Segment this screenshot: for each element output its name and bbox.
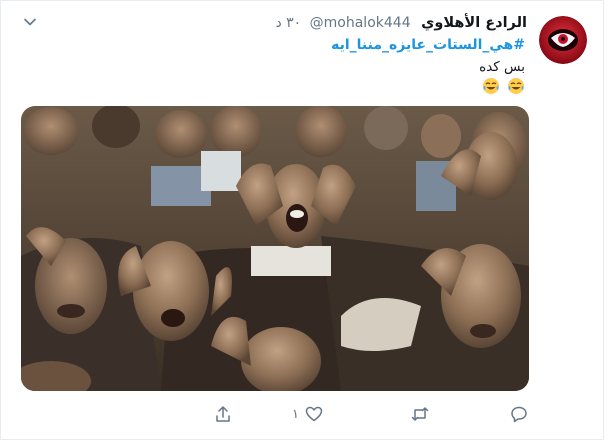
like-button[interactable]: ١ [292,403,323,425]
share-button[interactable] [214,403,232,425]
tears-of-joy-emoji-icon [482,77,499,94]
heart-icon [305,406,323,422]
reply-icon [511,406,527,423]
tweet-photo[interactable] [21,106,529,391]
reply-button[interactable] [510,403,528,425]
mud-covered-crowd-photo [21,106,529,391]
tears-of-joy-emoji-icon [508,77,524,94]
like-count: ١ [292,406,299,422]
avatar[interactable] [539,16,587,64]
timestamp[interactable]: ٣٠ د [275,15,301,31]
hashtag-link[interactable]: #هي_الستات_عايزه_مننا_ايه [331,37,525,53]
tweet-card[interactable]: الرادع الأهلاوي @mohalok444 ٣٠ د #هي_الس… [0,0,604,440]
tweet-text: بس كده [479,59,525,75]
retweet-button[interactable] [411,403,429,425]
share-icon [216,406,230,422]
author-handle[interactable]: @mohalok444 [310,15,411,31]
chevron-down-icon[interactable] [23,15,37,29]
tweet-emoji [480,75,525,95]
tweet-actions: ١ [1,403,608,427]
author-name[interactable]: الرادع الأهلاوي [421,15,527,31]
tweet-header: الرادع الأهلاوي @mohalok444 ٣٠ د [275,15,527,31]
retweet-icon [411,407,429,421]
